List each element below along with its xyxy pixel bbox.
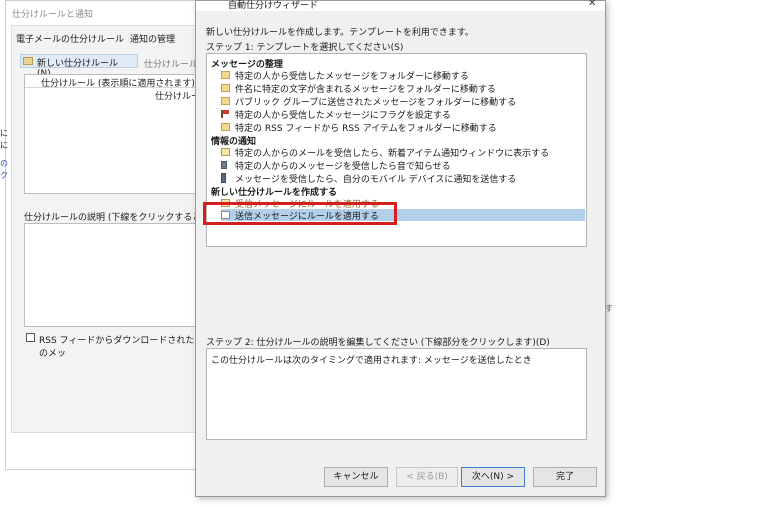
finish-button[interactable]: 完了: [533, 467, 597, 487]
close-icon[interactable]: ✕: [588, 0, 596, 9]
stray-text: す: [605, 304, 613, 313]
left-fragment: の: [0, 159, 8, 168]
template-item-label: メッセージを受信したら、自分のモバイル デバイスに通知を送信する: [235, 175, 517, 185]
rss-checkbox[interactable]: [26, 333, 35, 342]
mail-icon: [221, 148, 230, 156]
new-rule-button[interactable]: 新しい仕分けルール(N)...: [20, 54, 138, 79]
folder-icon: [221, 97, 230, 105]
rule-list-row[interactable]: 仕分けルー: [155, 89, 200, 102]
wizard-intro: 新しい仕分けルールを作成します。テンプレートを利用できます。: [206, 28, 474, 38]
tab-email-rules[interactable]: 電子メールの仕分けルール: [16, 35, 124, 45]
template-item-label: 特定の人からのメールを受信したら、新着アイテム通知ウィンドウに表示する: [235, 149, 550, 159]
wizard-titlebar: 自動仕分けウィザード ✕: [196, 0, 605, 11]
rule-list[interactable]: 仕分けルール (表示順に適用されます) 仕分けルー: [24, 74, 214, 194]
folder-icon: [221, 123, 230, 131]
phone-icon: [221, 173, 226, 183]
left-fragment: ク: [0, 171, 8, 180]
wizard-title: 自動仕分けウィザード: [228, 1, 319, 11]
flag-icon: [221, 110, 230, 118]
rules-wizard-dialog: 自動仕分けウィザード ✕ 新しい仕分けルールを作成します。テンプレートを利用でき…: [195, 0, 606, 497]
rules-dialog-title: 仕分けルールと通知: [12, 10, 94, 20]
rule-list-header-label: 仕分けルール (表示順に適用されます): [41, 79, 195, 89]
step2-label: ステップ 2: 仕分けルールの説明を編集してください (下線部分をクリックします…: [206, 338, 550, 348]
new-rule-icon: [23, 57, 33, 65]
template-item[interactable]: パブリック グループに送信されたメッセージをフォルダーに移動する: [221, 95, 585, 108]
template-item[interactable]: 特定の人から受信したメッセージをフォルダーに移動する: [221, 69, 585, 82]
tab-manage-alerts[interactable]: 通知の管理: [130, 35, 175, 45]
highlight-box: [203, 202, 397, 225]
sound-icon: [221, 161, 227, 169]
rule-list-header: 仕分けルール (表示順に適用されます): [25, 75, 213, 89]
template-item[interactable]: メッセージを受信したら、自分のモバイル デバイスに通知を送信する: [221, 172, 585, 185]
folder-icon: [221, 84, 230, 92]
back-button[interactable]: < 戻る(B): [396, 467, 458, 487]
step1-label: ステップ 1: テンプレートを選択してください(S): [206, 43, 404, 53]
template-item[interactable]: 特定の RSS フィードから RSS アイテムをフォルダーに移動する: [221, 121, 585, 134]
left-fragment: に: [0, 129, 8, 138]
template-item[interactable]: 件名に特定の文字が含まれるメッセージをフォルダーに移動する: [221, 82, 585, 95]
cancel-button[interactable]: キャンセル: [324, 467, 388, 487]
folder-icon: [221, 71, 230, 79]
rules-dialog-tabs: 電子メールの仕分けルール 通知の管理: [16, 32, 181, 45]
template-item[interactable]: 特定の人から受信したメッセージにフラグを設定する: [221, 108, 585, 121]
rule-description-box[interactable]: [24, 223, 214, 327]
template-item-label: 特定の人から受信したメッセージをフォルダーに移動する: [235, 72, 469, 82]
template-item-label: 件名に特定の文字が含まれるメッセージをフォルダーに移動する: [235, 85, 496, 95]
template-item-label: 特定の人から受信したメッセージにフラグを設定する: [235, 111, 451, 121]
left-fragment: に: [0, 141, 8, 150]
template-item[interactable]: 特定の人からのメッセージを受信したら音で知らせる: [221, 159, 585, 172]
template-item[interactable]: 特定の人からのメールを受信したら、新着アイテム通知ウィンドウに表示する: [221, 146, 585, 159]
step2-description-box[interactable]: この仕分けルールは次のタイミングで適用されます: メッセージを送信したとき: [206, 348, 587, 440]
template-item-label: 特定の人からのメッセージを受信したら音で知らせる: [235, 162, 451, 172]
template-item-label: パブリック グループに送信されたメッセージをフォルダーに移動する: [235, 98, 517, 108]
template-item-label: 特定の RSS フィードから RSS アイテムをフォルダーに移動する: [235, 124, 497, 134]
step2-description: この仕分けルールは次のタイミングで適用されます: メッセージを送信したとき: [211, 356, 532, 366]
next-button[interactable]: 次へ(N) >: [461, 467, 525, 487]
